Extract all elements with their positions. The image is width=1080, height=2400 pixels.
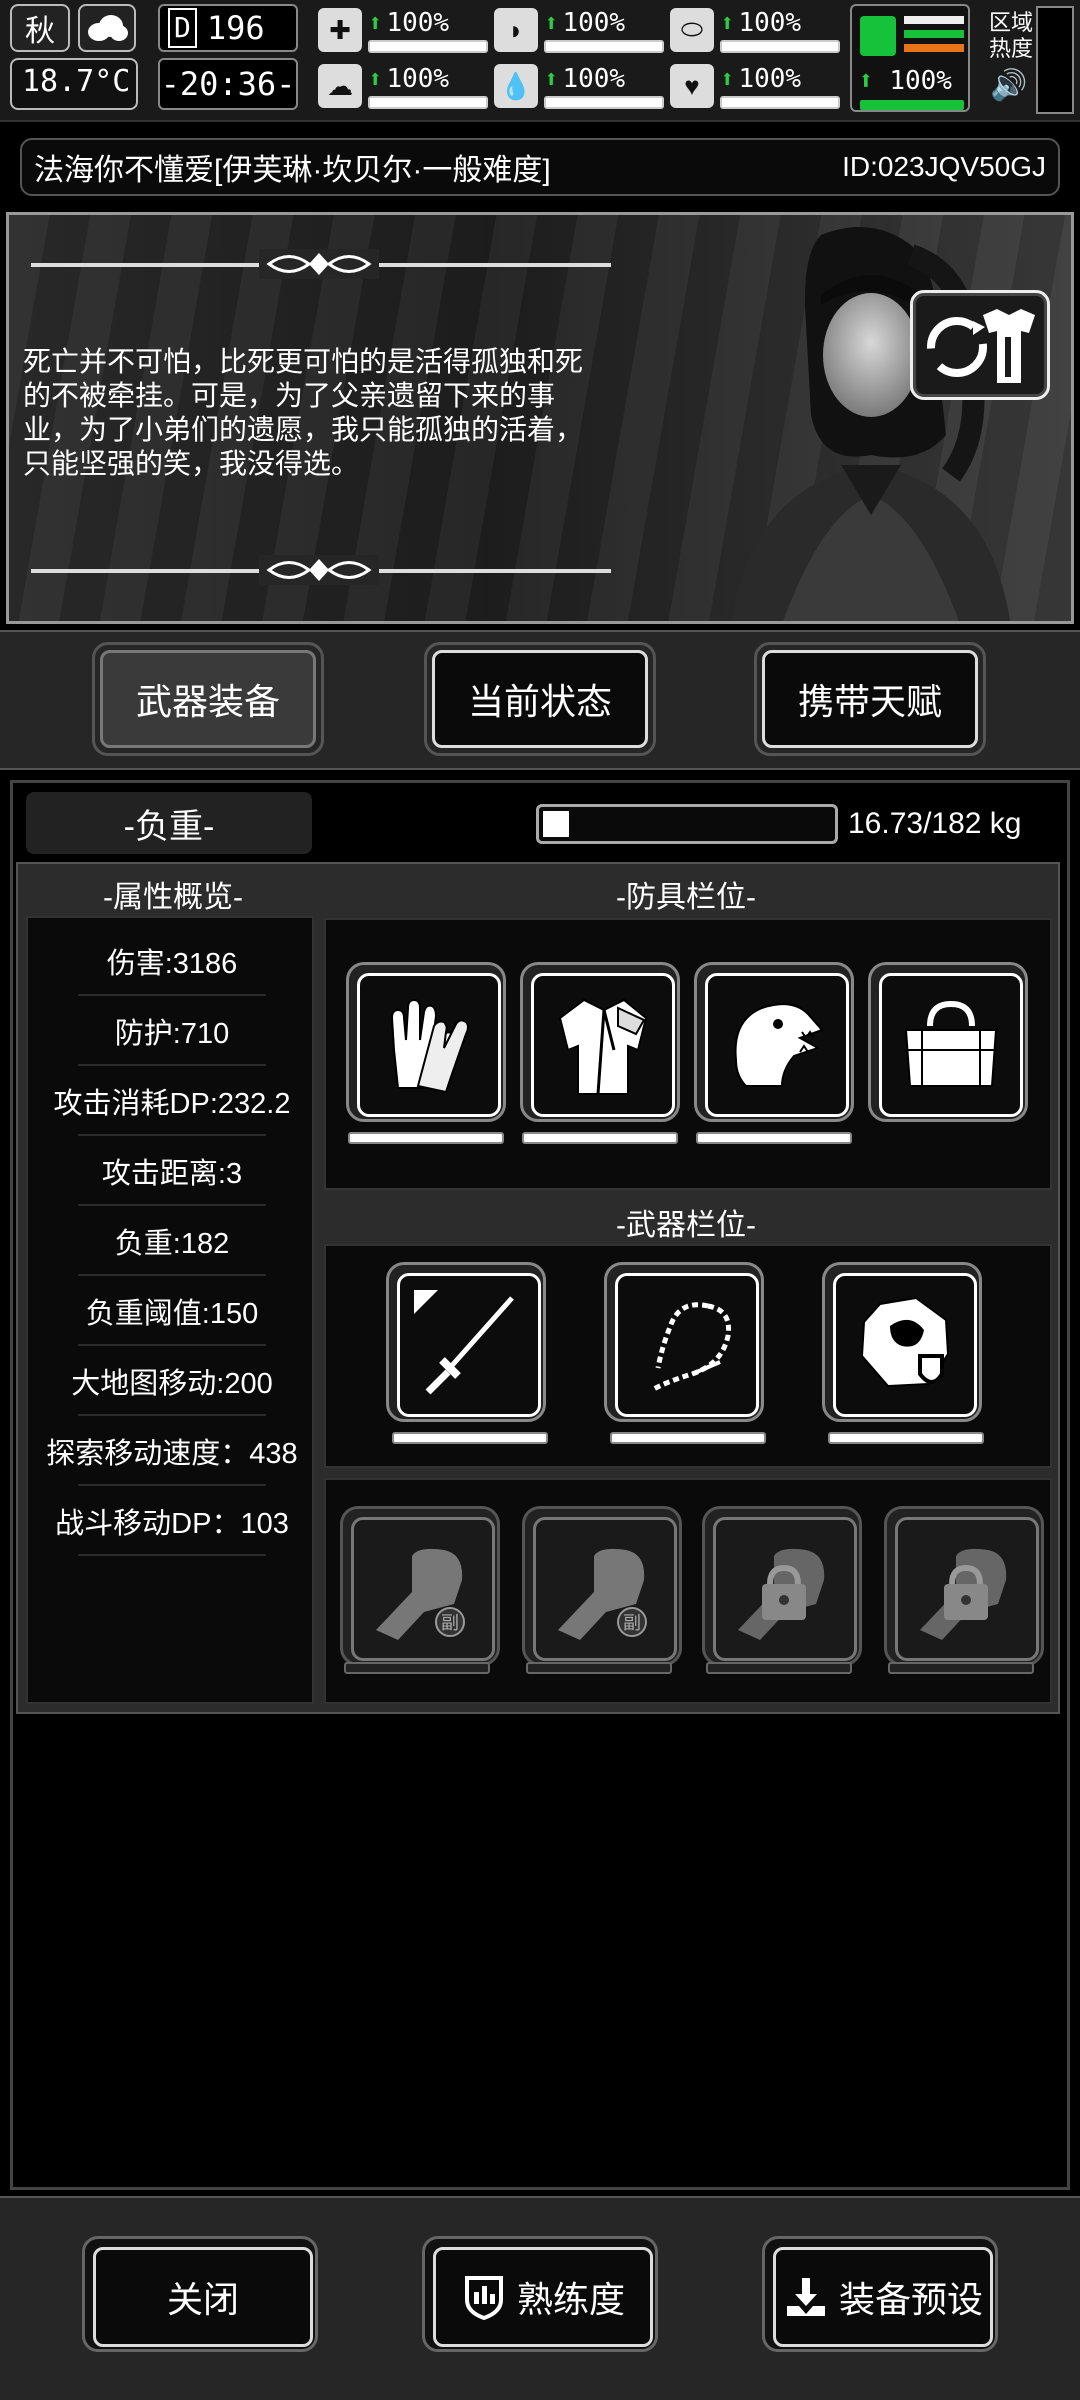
season-badge: 秋 <box>10 4 70 52</box>
aux-durability-1 <box>344 1662 490 1674</box>
svg-text:副: 副 <box>623 1613 641 1634</box>
weapon-slot-1[interactable] <box>386 1262 546 1422</box>
attr-map-movement: 大地图移动:200 <box>28 1360 316 1416</box>
shield-emblem-icon <box>860 1296 950 1388</box>
stat-medicine: ⬭ ⬆ 100% <box>670 4 840 56</box>
armor-durability-2 <box>522 1132 678 1144</box>
character-id: ID:023JQV50GJ <box>842 151 1046 182</box>
tab-current-status[interactable]: 当前状态 <box>424 642 656 756</box>
day-icon: D <box>168 8 197 48</box>
tab-carried-talents[interactable]: 携带天赋 <box>754 642 986 756</box>
brain-icon: ☁ <box>318 64 362 108</box>
region-heat-label: 区域 热度 <box>988 10 1033 61</box>
temperature-display: 18.7°C <box>10 58 138 110</box>
close-button[interactable]: 关闭 <box>82 2236 318 2352</box>
attr-damage: 伤害:3186 <box>28 940 316 996</box>
tab-weapons-equipment[interactable]: 武器装备 <box>92 642 324 756</box>
armor-slot-dinosaur-mask[interactable] <box>694 962 854 1122</box>
day-counter: D 196 <box>158 4 298 52</box>
proficiency-icon <box>464 2276 503 2320</box>
fist-icon: 副 <box>558 1548 647 1640</box>
weapon-slot-3[interactable] <box>822 1262 982 1422</box>
stat-health: ✚ ⬆ 100% <box>318 4 488 56</box>
weapon-slot-2[interactable] <box>604 1262 764 1422</box>
weapon-durability-1 <box>392 1432 548 1444</box>
svg-text:副: 副 <box>441 1613 459 1634</box>
attr-combat-move-dp: 战斗移动DP：103 <box>28 1500 316 1556</box>
character-story-panel: 死亡并不可怕，比死更可怕的是活得孤独和死的不被牵挂。可是，为了父亲遗留下来的事业… <box>6 212 1074 624</box>
story-quote: 死亡并不可怕，比死更可怕的是活得孤独和死的不被牵挂。可是，为了父亲遗留下来的事业… <box>23 346 584 479</box>
attr-load-threshold: 负重阈值:150 <box>28 1290 316 1346</box>
aux-slot-3[interactable] <box>702 1506 862 1666</box>
ornament-top <box>259 249 379 279</box>
attr-defense: 防护:710 <box>28 1010 316 1066</box>
attr-load: 负重:182 <box>28 1220 316 1276</box>
fist-locked-icon <box>738 1548 825 1640</box>
character-name: 法海你不懂爱[伊芙琳·坎贝尔·一般难度] <box>34 154 551 187</box>
leg-stripes <box>904 16 964 58</box>
clock-display: -20:36- <box>158 58 298 110</box>
attr-explore-speed: 探索移动速度：438 <box>28 1430 316 1486</box>
aux-slot-4[interactable] <box>884 1506 1044 1666</box>
water-drop-icon: 💧 <box>494 64 538 108</box>
aux-durability-2 <box>526 1662 672 1674</box>
aux-durability-3 <box>706 1662 852 1674</box>
preset-download-icon <box>786 2278 825 2316</box>
aux-slot-2[interactable]: 副 <box>522 1506 682 1666</box>
fist-icon: 副 <box>376 1548 465 1640</box>
medkit-icon: ✚ <box>318 8 362 52</box>
day-value: 196 <box>206 9 265 47</box>
attr-attack-dp-cost: 攻击消耗DP:232.2 <box>28 1080 316 1136</box>
katana-icon <box>414 1290 514 1395</box>
speaker-icon[interactable]: 🔊 <box>990 68 1030 104</box>
aux-durability-4 <box>888 1662 1034 1674</box>
change-outfit-button[interactable] <box>910 290 1050 400</box>
armor-slot-coat[interactable] <box>520 962 680 1122</box>
attr-attack-range: 攻击距离:3 <box>28 1150 316 1206</box>
stat-mood: ♥ ⬆ 100% <box>670 60 840 112</box>
weapon-durability-2 <box>610 1432 766 1444</box>
coat-icon <box>558 998 648 1095</box>
stomach-icon: ◗ <box>494 8 538 52</box>
stat-hunger: ◗ ⬆ 100% <box>494 4 664 56</box>
weapon-slots-header: -武器栏位- <box>616 1209 756 1242</box>
armor-durability-3 <box>696 1132 852 1144</box>
armor-durability-1 <box>348 1132 504 1144</box>
weapon-durability-3 <box>828 1432 984 1444</box>
fist-locked-icon <box>920 1548 1007 1640</box>
character-title-bar: 法海你不懂爱[伊芙琳·坎贝尔·一般难度] ID:023JQV50GJ <box>20 138 1060 196</box>
region-heat-meter <box>1036 6 1074 114</box>
character-portrait <box>731 227 1011 621</box>
load-label: -负重- <box>26 792 312 854</box>
outfit-swap-icon <box>927 309 1035 383</box>
armor-slots-header: -防具栏位- <box>616 881 756 914</box>
load-value: 16.73/182 kg <box>848 807 1022 840</box>
equipment-preset-button[interactable]: 装备预设 <box>762 2236 998 2352</box>
armor-slot-gloves[interactable] <box>346 962 506 1122</box>
duffel-bag-icon <box>904 1000 998 1087</box>
cloud-icon <box>78 4 136 52</box>
boot-icon <box>860 16 896 56</box>
dinosaur-mask-icon <box>734 1003 824 1087</box>
pill-icon: ⬭ <box>670 8 714 52</box>
heart-icon: ♥ <box>670 64 714 108</box>
attributes-header: -属性概览- <box>103 881 243 914</box>
attributes-list: 伤害:3186 防护:710 攻击消耗DP:232.2 攻击距离:3 负重:18… <box>26 916 314 1704</box>
proficiency-button[interactable]: 熟练度 <box>422 2236 658 2352</box>
armor-slot-bag[interactable] <box>868 962 1028 1122</box>
load-progress-bar <box>536 804 838 844</box>
aux-slot-1[interactable]: 副 <box>340 1506 500 1666</box>
gloves-icon <box>390 998 469 1094</box>
chain-whip-icon <box>650 1302 732 1393</box>
leg-status: ⬆ 100% <box>850 4 970 112</box>
ornament-bottom <box>259 555 379 585</box>
stat-mind: ☁ ⬆ 100% <box>318 60 488 112</box>
stat-thirst: 💧 ⬆ 100% <box>494 60 664 112</box>
